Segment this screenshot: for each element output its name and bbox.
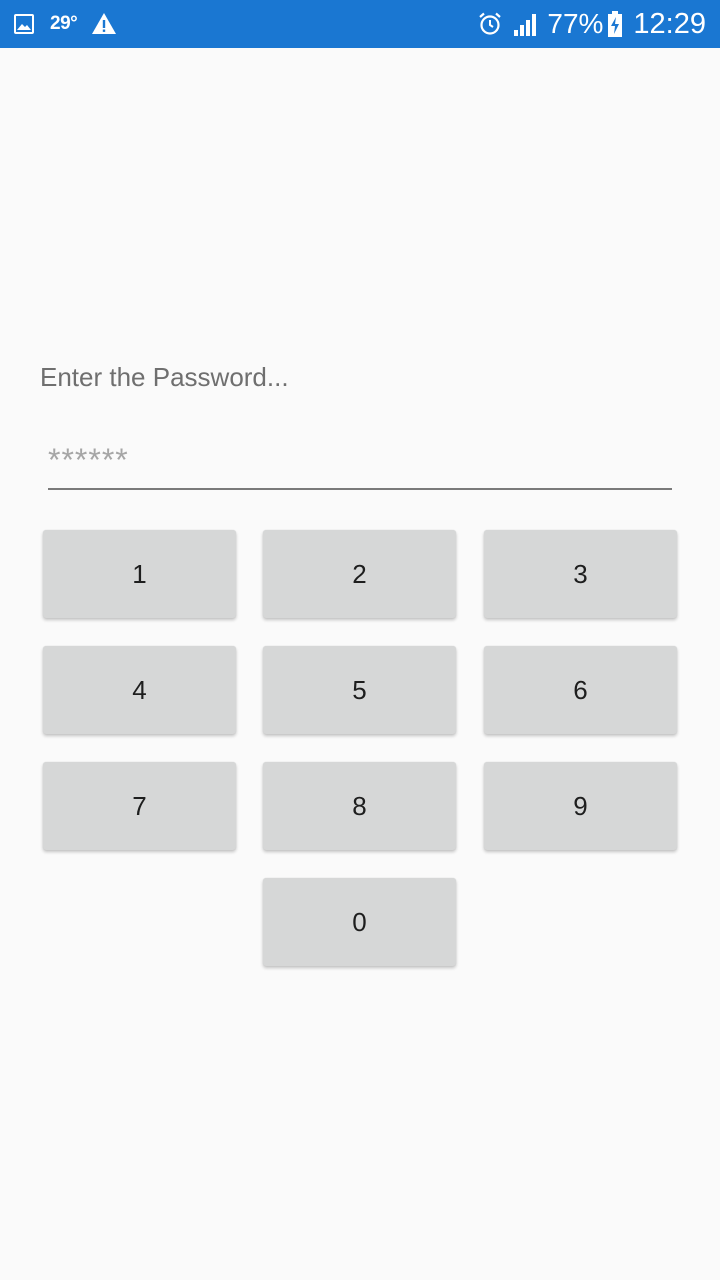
key-1-button[interactable]: 1 [43,530,236,618]
gallery-icon [12,12,36,36]
password-input[interactable]: ****** [48,440,672,490]
key-6-button[interactable]: 6 [484,646,677,734]
battery-charging-icon [607,10,623,38]
temperature-text: 29° [50,13,78,34]
signal-icon [513,11,539,37]
key-8-button[interactable]: 8 [263,762,456,850]
password-placeholder: ****** [48,442,129,478]
key-2-button[interactable]: 2 [263,530,456,618]
password-prompt-label: Enter the Password... [40,362,289,392]
key-4-button[interactable]: 4 [43,646,236,734]
status-bar: 29° 77% 12:29 [0,0,720,48]
key-3-button[interactable]: 3 [484,530,677,618]
alarm-icon [477,11,503,37]
key-5-button[interactable]: 5 [263,646,456,734]
status-bar-left: 29° [12,0,117,48]
warning-icon [91,12,117,36]
key-0-button[interactable]: 0 [263,878,456,966]
clock-text: 12:29 [633,7,706,40]
key-7-button[interactable]: 7 [43,762,236,850]
status-bar-right: 77% 12:29 [477,0,706,48]
battery-percent-text: 77% [547,8,604,39]
key-9-button[interactable]: 9 [484,762,677,850]
